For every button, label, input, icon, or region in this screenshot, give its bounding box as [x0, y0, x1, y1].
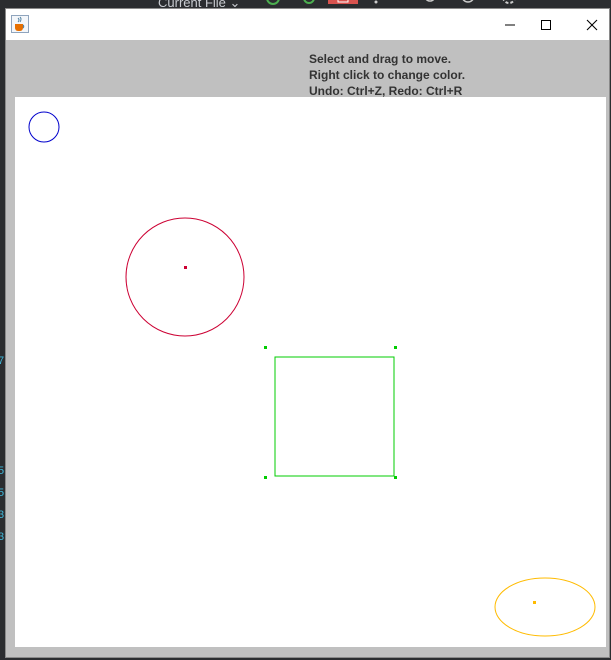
search-everywhere-icon[interactable]	[460, 0, 476, 6]
green-square-handle-top-left[interactable]	[264, 346, 267, 349]
orange-ellipse-selection-handle[interactable]	[533, 601, 536, 604]
maximize-icon	[541, 19, 551, 30]
instructions: Select and drag to move. Right click to …	[309, 51, 465, 99]
green-square[interactable]	[274, 356, 395, 477]
green-square-handle-bottom-right[interactable]	[394, 476, 397, 479]
gutter-number: 5	[0, 487, 5, 499]
close-icon	[586, 19, 598, 30]
drawing-canvas[interactable]	[15, 97, 606, 647]
java-cup-icon	[11, 15, 29, 33]
account-icon[interactable]	[422, 0, 438, 6]
gutter-number: 7	[0, 355, 5, 367]
instruction-color: Right click to change color.	[309, 68, 466, 82]
shapes-layer[interactable]	[15, 97, 606, 647]
minimize-icon	[505, 24, 515, 25]
red-circle[interactable]	[125, 217, 245, 337]
rerun-icon[interactable]	[265, 0, 281, 6]
stop-icon[interactable]	[328, 0, 358, 6]
more-options-icon[interactable]	[372, 0, 380, 6]
green-square-handle-top-right[interactable]	[394, 346, 397, 349]
app-window: Select and drag to move. Right click to …	[5, 8, 610, 658]
title-bar[interactable]	[6, 9, 609, 40]
orange-ellipse[interactable]	[494, 577, 596, 637]
red-circle-selection-handle[interactable]	[184, 266, 187, 269]
gutter-number: 3	[0, 531, 5, 543]
debug-icon[interactable]	[301, 0, 317, 6]
gutter-number: 5	[0, 465, 5, 477]
instruction-move: Select and drag to move.	[309, 52, 452, 66]
gutter-number: 3	[0, 509, 5, 521]
maximize-button[interactable]	[523, 9, 569, 40]
settings-gear-icon[interactable]	[500, 0, 518, 6]
green-square-handle-bottom-left[interactable]	[264, 476, 267, 479]
blue-circle[interactable]	[28, 111, 60, 143]
close-button[interactable]	[569, 9, 611, 40]
